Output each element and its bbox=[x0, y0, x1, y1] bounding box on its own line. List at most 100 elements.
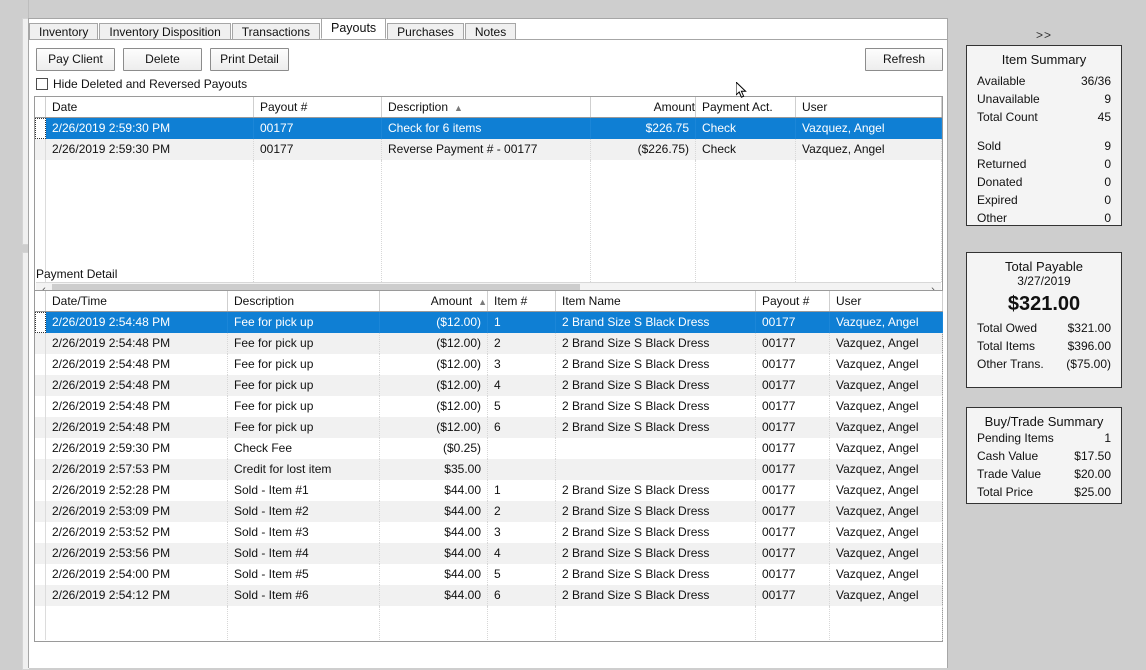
row-selector[interactable] bbox=[35, 438, 46, 459]
payment-detail-col-amount[interactable]: Amount▲ bbox=[380, 291, 488, 311]
cell-payout: 00177 bbox=[254, 118, 382, 139]
payment-detail-row[interactable]: 2/26/2019 2:54:48 PMFee for pick up($12.… bbox=[35, 417, 942, 438]
row-selector[interactable] bbox=[35, 333, 46, 354]
hide-deleted-checkbox[interactable] bbox=[36, 78, 48, 90]
cell-amount: ($12.00) bbox=[380, 312, 488, 333]
payment-detail-row[interactable]: 2/26/2019 2:53:56 PMSold - Item #4$44.00… bbox=[35, 543, 942, 564]
delete-button[interactable]: Delete bbox=[123, 48, 202, 71]
row-selector[interactable] bbox=[35, 312, 46, 333]
cell-description: Fee for pick up bbox=[228, 396, 380, 417]
print-detail-button[interactable]: Print Detail bbox=[210, 48, 289, 71]
payment-detail-row[interactable]: 2/26/2019 2:54:48 PMFee for pick up($12.… bbox=[35, 333, 942, 354]
row-selector[interactable] bbox=[35, 480, 46, 501]
payment-detail-col-item[interactable]: Item # bbox=[488, 291, 556, 311]
row-selector[interactable] bbox=[35, 585, 46, 606]
tab-bar: InventoryInventory DispositionTransactio… bbox=[29, 19, 517, 39]
row-selector[interactable] bbox=[35, 564, 46, 585]
buy-trade-value: $17.50 bbox=[1074, 447, 1111, 465]
sort-ascending-icon: ▲ bbox=[454, 98, 463, 117]
payouts-col-payout[interactable]: Payout # bbox=[254, 97, 382, 117]
cell-amount: ($12.00) bbox=[380, 333, 488, 354]
cell-description: Reverse Payment # - 00177 bbox=[382, 139, 591, 160]
payment-detail-row[interactable]: 2/26/2019 2:57:53 PMCredit for lost item… bbox=[35, 459, 942, 480]
payment-detail-row[interactable]: 2/26/2019 2:54:48 PMFee for pick up($12.… bbox=[35, 312, 942, 333]
cell-datetime: 2/26/2019 2:54:48 PM bbox=[46, 354, 228, 375]
payouts-col-user[interactable]: User bbox=[796, 97, 942, 117]
total-payable-title: Total Payable bbox=[967, 253, 1121, 274]
cell-description: Check for 6 items bbox=[382, 118, 591, 139]
empty-cell bbox=[380, 606, 488, 640]
empty-cell bbox=[46, 606, 228, 640]
empty-cell bbox=[254, 160, 382, 282]
payouts-col-amount[interactable]: Amount bbox=[591, 97, 696, 117]
row-selector[interactable] bbox=[35, 354, 46, 375]
column-label: Item Name bbox=[562, 294, 621, 308]
payouts-empty-area bbox=[35, 160, 942, 282]
cell-item_name: 2 Brand Size S Black Dress bbox=[556, 543, 756, 564]
payment-detail-row[interactable]: 2/26/2019 2:54:12 PMSold - Item #6$44.00… bbox=[35, 585, 942, 606]
cell-datetime: 2/26/2019 2:54:12 PM bbox=[46, 585, 228, 606]
pay-client-button[interactable]: Pay Client bbox=[36, 48, 115, 71]
total-payable-label: Total Owed bbox=[977, 319, 1037, 337]
row-selector[interactable] bbox=[35, 501, 46, 522]
buy-trade-row: Trade Value$20.00 bbox=[967, 465, 1121, 483]
payouts-row[interactable]: 2/26/2019 2:59:30 PM00177Reverse Payment… bbox=[35, 139, 942, 160]
cell-user: Vazquez, Angel bbox=[830, 396, 943, 417]
payment-detail-col-payout[interactable]: Payout # bbox=[756, 291, 830, 311]
hide-deleted-row[interactable]: Hide Deleted and Reversed Payouts bbox=[36, 77, 247, 91]
refresh-button[interactable]: Refresh bbox=[865, 48, 943, 71]
payment-detail-row[interactable]: 2/26/2019 2:52:28 PMSold - Item #1$44.00… bbox=[35, 480, 942, 501]
payouts-col-date[interactable]: Date bbox=[46, 97, 254, 117]
row-selector[interactable] bbox=[35, 396, 46, 417]
row-selector[interactable] bbox=[35, 417, 46, 438]
payment-detail-row[interactable]: 2/26/2019 2:53:09 PMSold - Item #2$44.00… bbox=[35, 501, 942, 522]
payment-detail-row[interactable]: 2/26/2019 2:54:48 PMFee for pick up($12.… bbox=[35, 375, 942, 396]
payment-detail-col-description[interactable]: Description bbox=[228, 291, 380, 311]
cell-item_no: 1 bbox=[488, 480, 556, 501]
cell-payment_act: Check bbox=[696, 139, 796, 160]
payment-detail-row[interactable]: 2/26/2019 2:53:52 PMSold - Item #3$44.00… bbox=[35, 522, 942, 543]
item-summary-label: Donated bbox=[977, 173, 1022, 191]
payment-detail-col-date-time[interactable]: Date/Time bbox=[46, 291, 228, 311]
cell-payout: 00177 bbox=[756, 585, 830, 606]
total-payable-date: 3/27/2019 bbox=[967, 274, 1121, 288]
row-selector[interactable] bbox=[35, 139, 46, 160]
empty-gutter bbox=[35, 160, 46, 282]
empty-cell bbox=[46, 160, 254, 282]
tab-payouts[interactable]: Payouts bbox=[321, 18, 386, 39]
cell-payout: 00177 bbox=[756, 543, 830, 564]
payment-detail-col-user[interactable]: User bbox=[830, 291, 943, 311]
payouts-grid[interactable]: DatePayout #Description▲AmountPayment Ac… bbox=[34, 96, 943, 301]
row-selector[interactable] bbox=[35, 375, 46, 396]
total-payable-row: Total Owed$321.00 bbox=[967, 319, 1121, 337]
row-selector[interactable] bbox=[35, 522, 46, 543]
cell-amount: ($12.00) bbox=[380, 375, 488, 396]
cell-amount: $44.00 bbox=[380, 480, 488, 501]
cell-payout: 00177 bbox=[756, 354, 830, 375]
column-label: Payout # bbox=[762, 294, 809, 308]
payment-detail-row[interactable]: 2/26/2019 2:54:00 PMSold - Item #5$44.00… bbox=[35, 564, 942, 585]
row-selector[interactable] bbox=[35, 459, 46, 480]
buy-trade-label: Pending Items bbox=[977, 429, 1054, 447]
payment-detail-grid-body[interactable]: 2/26/2019 2:54:48 PMFee for pick up($12.… bbox=[35, 312, 942, 640]
payment-detail-grid[interactable]: Date/TimeDescriptionAmount▲Item # Item Na… bbox=[34, 290, 943, 642]
row-selector[interactable] bbox=[35, 543, 46, 564]
mouse-cursor-icon bbox=[736, 82, 748, 100]
cell-item_name: 2 Brand Size S Black Dress bbox=[556, 354, 756, 375]
item-summary-rows-secondary: Sold9Returned0Donated0Expired0Other0 bbox=[967, 137, 1121, 227]
payment-detail-row[interactable]: 2/26/2019 2:54:48 PMFee for pick up($12.… bbox=[35, 354, 942, 375]
cell-payout: 00177 bbox=[756, 564, 830, 585]
payment-detail-col-item-name[interactable]: Item Name bbox=[556, 291, 756, 311]
payment-detail-row[interactable]: 2/26/2019 2:59:30 PMCheck Fee($0.25)0017… bbox=[35, 438, 942, 459]
payment-detail-title: Payment Detail bbox=[36, 267, 117, 281]
payment-detail-row[interactable]: 2/26/2019 2:54:48 PMFee for pick up($12.… bbox=[35, 396, 942, 417]
cell-user: Vazquez, Angel bbox=[796, 139, 942, 160]
payouts-col-description[interactable]: Description▲ bbox=[382, 97, 591, 117]
cell-description: Sold - Item #1 bbox=[228, 480, 380, 501]
cell-amount: ($226.75) bbox=[591, 139, 696, 160]
expand-sidebar-icon[interactable]: >> bbox=[956, 28, 1132, 42]
payouts-grid-body[interactable]: 2/26/2019 2:59:30 PM00177Check for 6 ite… bbox=[35, 118, 942, 282]
empty-cell bbox=[830, 606, 943, 640]
row-selector[interactable] bbox=[35, 118, 46, 139]
payouts-row[interactable]: 2/26/2019 2:59:30 PM00177Check for 6 ite… bbox=[35, 118, 942, 139]
